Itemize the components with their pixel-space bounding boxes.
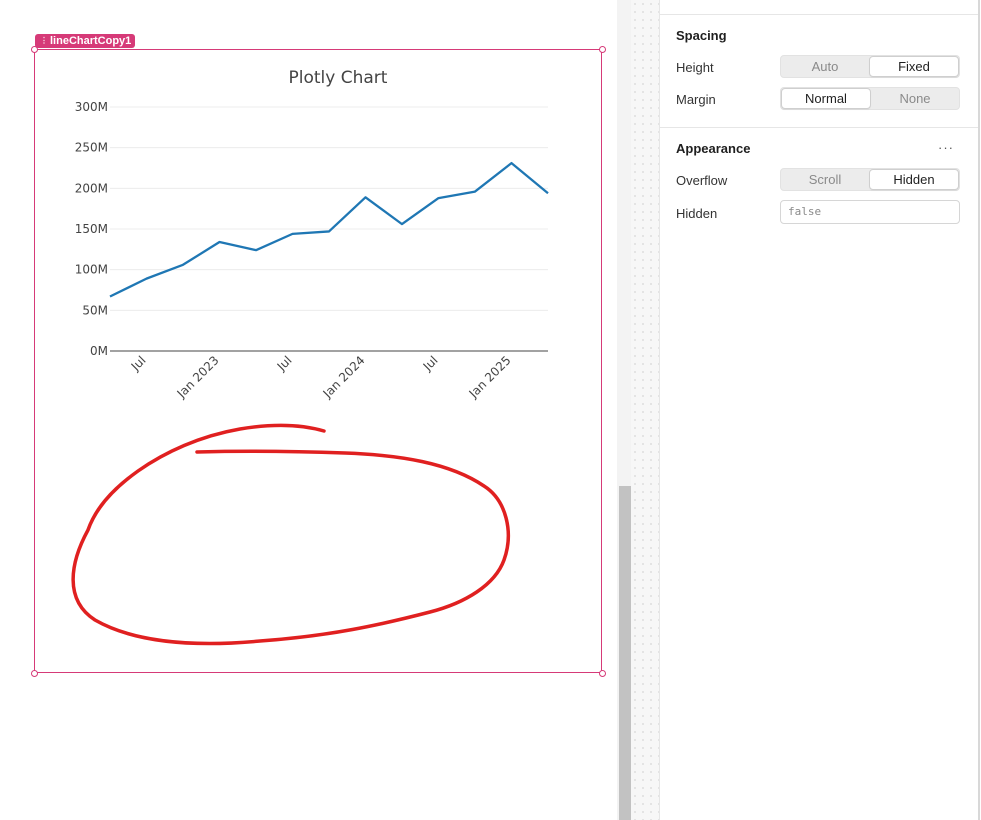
overflow-label: Overflow bbox=[676, 173, 728, 188]
y-tick-label: 200M bbox=[75, 181, 108, 195]
height-toggle: Auto Fixed bbox=[780, 55, 960, 78]
overflow-toggle: Scroll Hidden bbox=[780, 168, 960, 191]
hidden-label: Hidden bbox=[676, 206, 718, 221]
x-tick-label: Jul bbox=[274, 353, 295, 374]
height-option-auto[interactable]: Auto bbox=[781, 56, 869, 77]
x-tick-label: Jan 2024 bbox=[320, 353, 368, 401]
divider bbox=[660, 14, 978, 15]
margin-label: Margin bbox=[676, 92, 716, 107]
y-tick-label: 150M bbox=[75, 222, 108, 236]
spacing-section-title: Spacing bbox=[676, 28, 727, 43]
more-options-icon[interactable]: ··· bbox=[938, 140, 954, 155]
y-tick-label: 0M bbox=[90, 344, 108, 358]
resize-handle-bottom-right[interactable] bbox=[599, 670, 606, 677]
x-tick-label: Jan 2025 bbox=[466, 353, 514, 401]
y-tick-label: 100M bbox=[75, 263, 108, 277]
x-tick-label: Jan 2023 bbox=[174, 353, 222, 401]
height-label: Height bbox=[676, 60, 714, 75]
margin-option-none[interactable]: None bbox=[871, 88, 959, 109]
y-tick-label: 250M bbox=[75, 141, 108, 155]
y-tick-label: 50M bbox=[82, 303, 108, 317]
divider bbox=[660, 127, 978, 128]
height-option-fixed[interactable]: Fixed bbox=[869, 56, 959, 77]
x-tick-label: Jul bbox=[128, 353, 149, 374]
series-line bbox=[109, 161, 549, 298]
component-name-tag[interactable]: ⋮ lineChartCopy1 bbox=[35, 34, 136, 48]
overflow-option-hidden[interactable]: Hidden bbox=[869, 169, 959, 190]
properties-panel: Spacing Height Auto Fixed Margin Normal … bbox=[660, 0, 980, 820]
margin-toggle: Normal None bbox=[780, 87, 960, 110]
hidden-input[interactable]: false bbox=[780, 200, 960, 224]
x-tick-label: Jul bbox=[420, 353, 441, 374]
margin-option-normal[interactable]: Normal bbox=[781, 88, 871, 109]
y-tick-label: 300M bbox=[75, 100, 108, 114]
resize-handle-bottom-left[interactable] bbox=[31, 670, 38, 677]
panel-gutter bbox=[631, 0, 660, 820]
plotly-line-chart[interactable]: Plotly Chart 0M 50M 100M 150M 200M 250M 300M Jul… bbox=[35, 50, 601, 410]
canvas-area[interactable]: ⋮ lineChartCopy1 Plotly Chart 0M 50M 100M 15… bbox=[0, 0, 617, 820]
canvas-scrollbar-thumb[interactable] bbox=[619, 486, 631, 820]
component-name: lineChartCopy1 bbox=[50, 35, 132, 47]
appearance-section-title: Appearance bbox=[676, 141, 751, 156]
drag-grip-icon[interactable]: ⋮ bbox=[40, 34, 48, 48]
chart-title: Plotly Chart bbox=[289, 68, 388, 88]
overflow-option-scroll[interactable]: Scroll bbox=[781, 169, 869, 190]
